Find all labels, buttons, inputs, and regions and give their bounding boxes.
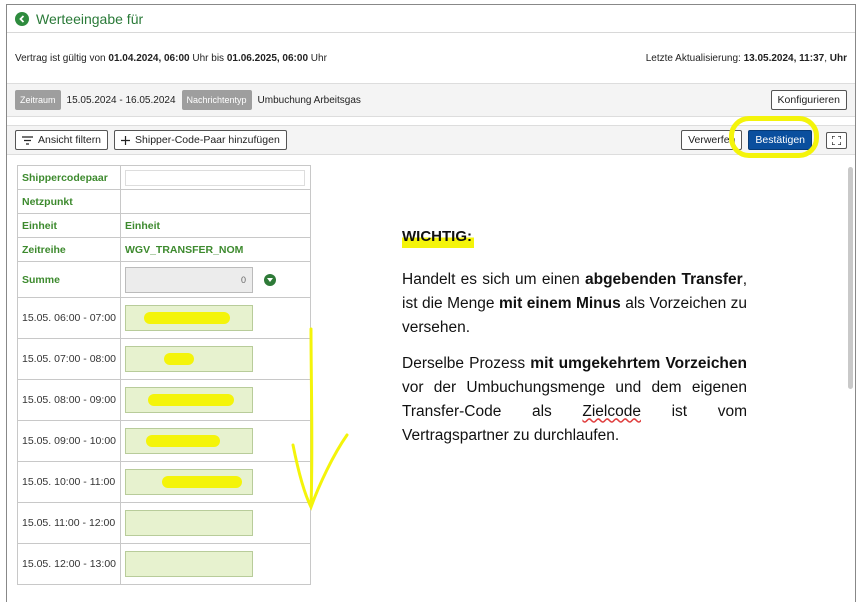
message-type-tag: Nachrichtentyp [181,90,252,110]
toolbar: Ansicht filtern Shipper-Code-Paar hinzuf… [7,125,855,155]
netpoint-label: Netzpunkt [17,189,121,214]
time-slot-label: 15.05. 09:00 - 10:00 [17,420,121,462]
redaction-mark [162,476,242,488]
redaction-mark [146,435,220,447]
time-slot-label: 15.05. 11:00 - 12:00 [17,502,121,544]
timeseries-label: Zeitreihe [17,237,121,262]
note-heading: WICHTIG: [402,225,474,249]
redaction-mark [144,312,230,324]
time-slot-label: 15.05. 06:00 - 07:00 [17,297,121,339]
unit-value: Einheit [120,213,311,238]
sum-label: Summe [17,261,121,298]
title-bar: Werteeingabe für [7,5,855,33]
confirm-button[interactable]: Bestätigen [748,130,812,150]
quantity-input[interactable] [125,387,253,413]
note-paragraph-2: Derselbe Prozess mit umgekehrtem Vorzeic… [402,355,747,445]
last-update: Letzte Aktualisierung: 13.05.2024, 11:37… [645,52,847,64]
time-slot-label: 15.05. 07:00 - 08:00 [17,338,121,380]
instruction-note: WICHTIG: Handelt es sich um einen abgebe… [402,225,747,460]
fullscreen-button[interactable] [826,131,847,149]
shipper-pair-label: Shippercodepaar [17,165,121,190]
note-paragraph-1: Handelt es sich um einen abgebenden Tran… [402,271,748,337]
page-title: Werteeingabe für [36,10,144,27]
window: Werteeingabe für Vertrag ist gültig von … [6,4,856,602]
back-arrow-icon[interactable] [15,11,29,26]
filter-icon [22,135,33,145]
contract-validity: Vertrag ist gültig von 01.04.2024, 06:00… [15,52,327,64]
value-entry-table: Shippercodepaar Netzpunkt Einheit Einhei… [17,165,311,585]
period-value: 15.05.2024 - 16.05.2024 [66,94,176,106]
quantity-input[interactable] [125,346,253,372]
redaction-mark [164,353,194,365]
configure-button[interactable]: Konfigurieren [770,90,847,110]
period-tag: Zeitraum [15,90,61,110]
annotation-arrow-icon [291,327,349,511]
time-slot-cell [120,543,311,585]
message-type-value: Umbuchung Arbeitsgas [257,94,361,106]
expand-sum-icon[interactable] [263,273,276,286]
time-slot-label: 15.05. 10:00 - 11:00 [17,461,121,503]
content-area: Shippercodepaar Netzpunkt Einheit Einhei… [7,155,855,595]
time-slot-label: 15.05. 12:00 - 13:00 [17,543,121,585]
add-shipper-pair-button[interactable]: Shipper-Code-Paar hinzufügen [114,130,287,150]
sum-cell: 0 [120,261,311,298]
plus-icon [121,135,131,145]
quantity-input[interactable] [125,305,253,331]
unit-label: Einheit [17,213,121,238]
validity-bar: Vertrag ist gültig von 01.04.2024, 06:00… [7,33,855,83]
sum-value: 0 [125,266,253,293]
quantity-input[interactable] [125,510,253,536]
redaction-mark [148,394,234,406]
time-slot-label: 15.05. 08:00 - 09:00 [17,379,121,421]
discard-button[interactable]: Verwerfen [681,130,743,150]
timeseries-value: WGV_TRANSFER_NOM [120,237,311,262]
vertical-scrollbar[interactable] [848,167,853,389]
filter-view-button[interactable]: Ansicht filtern [15,130,109,150]
quantity-input[interactable] [125,428,253,454]
shipper-pair-value [120,165,311,190]
fullscreen-icon [832,135,841,145]
netpoint-value [120,189,311,214]
quantity-input[interactable] [125,551,253,577]
quantity-input[interactable] [125,469,253,495]
info-bar: Zeitraum 15.05.2024 - 16.05.2024 Nachric… [7,83,855,117]
